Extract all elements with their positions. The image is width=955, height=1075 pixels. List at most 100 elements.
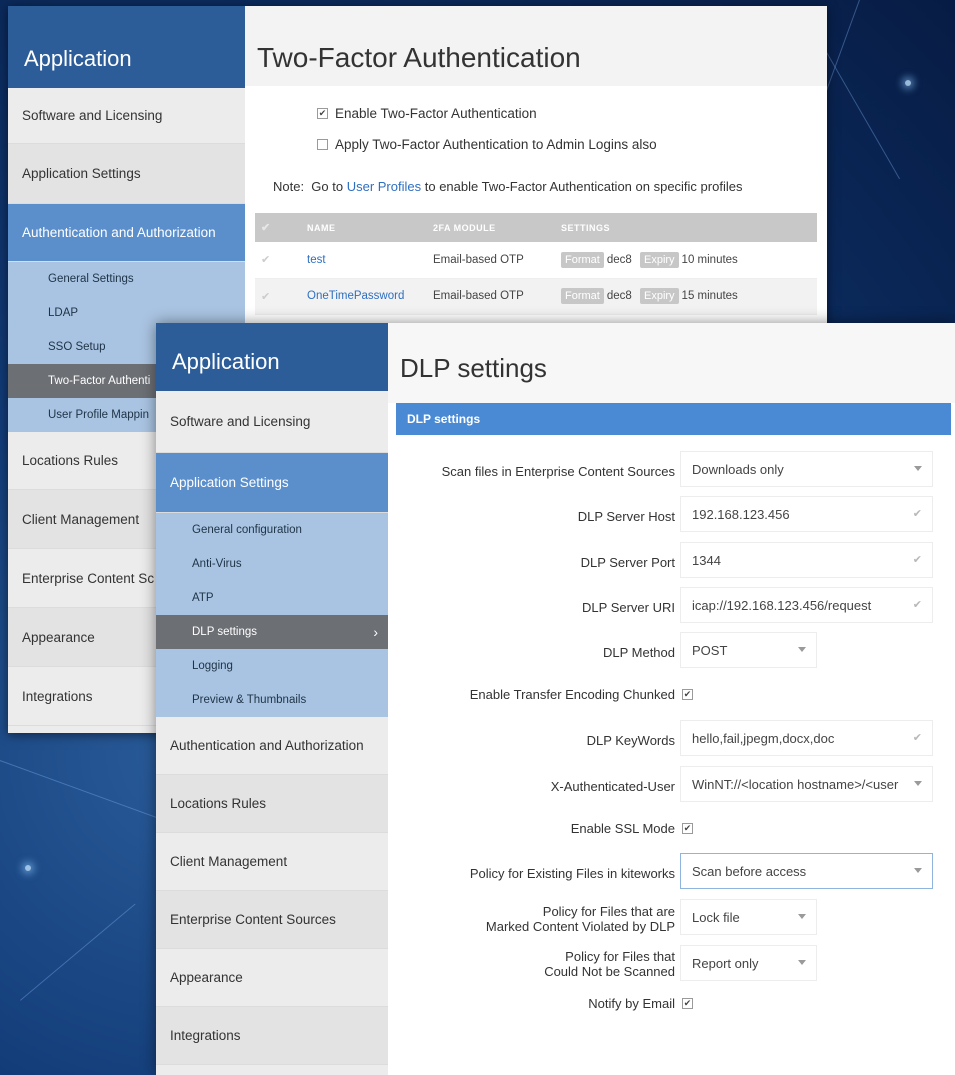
violated-files-label-line2: Marked Content Violated by DLP [485,919,675,934]
sidebar-subitem-general-configuration[interactable]: General configuration [156,513,388,547]
section-header: DLP settings [396,403,951,435]
chevron-down-icon [914,781,922,786]
chevron-down-icon [914,868,922,873]
violated-files-value: Lock file [692,910,740,925]
sidebar-item-authentication[interactable]: Authentication and Authorization [8,204,245,262]
enable-2fa-label: Enable Two-Factor Authentication [335,106,537,121]
violated-files-label: Policy for Files that are Marked Content… [486,904,675,934]
row-name[interactable]: test [301,242,427,279]
scan-files-value: Downloads only [692,462,784,477]
chevron-right-icon: › [373,624,378,640]
server-host-input[interactable]: 192.168.123.456 ✔ [680,496,933,532]
transfer-chunked-label: Enable Transfer Encoding Chunked [469,687,675,702]
keywords-value: hello,fail,jpegm,docx,doc [692,731,835,746]
server-host-label: DLP Server Host [577,509,675,524]
sidebar-subitem-general-settings[interactable]: General Settings [8,262,245,296]
sidebar-item-enterprise-content[interactable]: Enterprise Content Sources [156,891,388,949]
ssl-mode-label: Enable SSL Mode [570,821,675,836]
notify-email-checkbox[interactable]: ✔ [682,998,693,1009]
server-host-value: 192.168.123.456 [692,507,790,522]
table-header: ✔ NAME 2FA MODULE SETTINGS [255,213,817,242]
row-settings: Format dec8 Expiry 15 minutes [555,278,817,315]
server-port-value: 1344 [692,553,721,568]
expiry-value: 15 minutes [681,290,738,302]
sidebar-item-integrations[interactable]: Integrations [156,1007,388,1065]
server-port-label: DLP Server Port [580,555,675,570]
not-scanned-label-line1: Policy for Files that [565,949,675,964]
ssl-mode-checkbox[interactable]: ✔ [682,823,693,834]
format-value: dec8 [606,253,632,266]
app-title: Application [156,323,388,391]
col-settings: SETTINGS [555,213,817,242]
scan-files-label: Scan files in Enterprise Content Sources [441,464,675,479]
enable-2fa-row: ✔ Enable Two-Factor Authentication [317,106,537,121]
keywords-input[interactable]: hello,fail,jpegm,docx,doc ✔ [680,720,933,756]
note-suffix: to enable Two-Factor Authentication on s… [421,179,743,194]
table-row[interactable]: ✔ test Email-based OTP Format dec8 Expiry… [255,242,817,279]
auth-user-select[interactable]: WinNT://<location hostname>/<user [680,766,933,802]
sidebar-item-application-settings[interactable]: Application Settings [156,453,388,513]
chevron-down-icon [798,960,806,965]
violated-files-label-line1: Policy for Files that are [542,904,675,919]
check-icon: ✔ [912,732,922,744]
violated-files-select[interactable]: Lock file [680,899,817,935]
auth-user-label: X-Authenticated-User [550,779,675,794]
row-module: Email-based OTP [427,278,555,315]
sidebar-item-software-licensing[interactable]: Software and Licensing [156,391,388,453]
transfer-chunked-checkbox[interactable]: ✔ [682,689,693,700]
method-value: POST [692,643,728,658]
scan-files-select[interactable]: Downloads only [680,451,933,487]
enable-2fa-checkbox[interactable]: ✔ [317,108,328,119]
dlp-settings-window: Application Software and Licensing Appli… [156,323,955,1075]
sidebar-subitem-atp[interactable]: ATP [156,581,388,615]
format-tag: Format [561,288,604,304]
table-row[interactable]: ✔ OneTimePassword Email-based OTP Format… [255,278,817,315]
chevron-down-icon [914,466,922,471]
user-profiles-link[interactable]: User Profiles [347,179,421,194]
keywords-label: DLP KeyWords [586,733,675,748]
format-value: dec8 [606,290,632,302]
admin-2fa-label: Apply Two-Factor Authentication to Admin… [335,137,657,152]
existing-files-value: Scan before access [692,864,807,879]
dlp-settings-label: DLP settings [192,626,257,638]
select-all-header[interactable]: ✔ [255,213,301,242]
server-uri-input[interactable]: icap://192.168.123.456/request ✔ [680,587,933,623]
row-select[interactable]: ✔ [255,242,301,279]
two-factor-table: ✔ NAME 2FA MODULE SETTINGS ✔ test Email-… [255,213,817,315]
method-label: DLP Method [602,645,675,660]
sidebar-subitem-dlp-settings[interactable]: DLP settings › [156,615,388,649]
row-select[interactable]: ✔ [255,278,301,315]
sidebar-subitem-anti-virus[interactable]: Anti-Virus [156,547,388,581]
row-module: Email-based OTP [427,242,555,279]
page-title: Two-Factor Authentication [245,6,827,86]
admin-2fa-checkbox[interactable] [317,139,328,150]
sidebar-item-authentication[interactable]: Authentication and Authorization [156,717,388,775]
notify-email-label: Notify by Email [588,996,675,1011]
check-icon: ✔ [912,599,922,611]
not-scanned-select[interactable]: Report only [680,945,817,981]
row-name[interactable]: OneTimePassword [301,278,427,315]
not-scanned-label: Policy for Files that Could Not be Scann… [544,949,675,979]
sidebar-subitem-preview-thumbnails[interactable]: Preview & Thumbnails [156,683,388,717]
expiry-value: 10 minutes [681,253,738,266]
existing-files-label: Policy for Existing Files in kiteworks [469,866,675,881]
row-settings: Format dec8 Expiry 10 minutes [555,242,817,279]
page-title: DLP settings [388,323,955,403]
expiry-tag: Expiry [639,288,679,304]
sidebar-subitem-logging[interactable]: Logging [156,649,388,683]
sidebar-item-client-management[interactable]: Client Management [156,833,388,891]
server-port-input[interactable]: 1344 ✔ [680,542,933,578]
check-icon: ✔ [912,554,922,566]
server-uri-value: icap://192.168.123.456/request [692,598,872,613]
sidebar-item-software-licensing[interactable]: Software and Licensing [8,88,245,144]
col-2fa-module: 2FA MODULE [427,213,555,242]
sidebar-item-appearance[interactable]: Appearance [156,949,388,1007]
method-select[interactable]: POST [680,632,817,668]
sidebar-item-application-settings[interactable]: Application Settings [8,144,245,204]
format-tag: Format [561,251,604,268]
existing-files-select[interactable]: Scan before access [680,853,933,889]
check-icon: ✔ [912,508,922,520]
sidebar-item-locations-rules[interactable]: Locations Rules [156,775,388,833]
col-name: NAME [301,213,427,242]
app-title: Application [8,6,245,88]
